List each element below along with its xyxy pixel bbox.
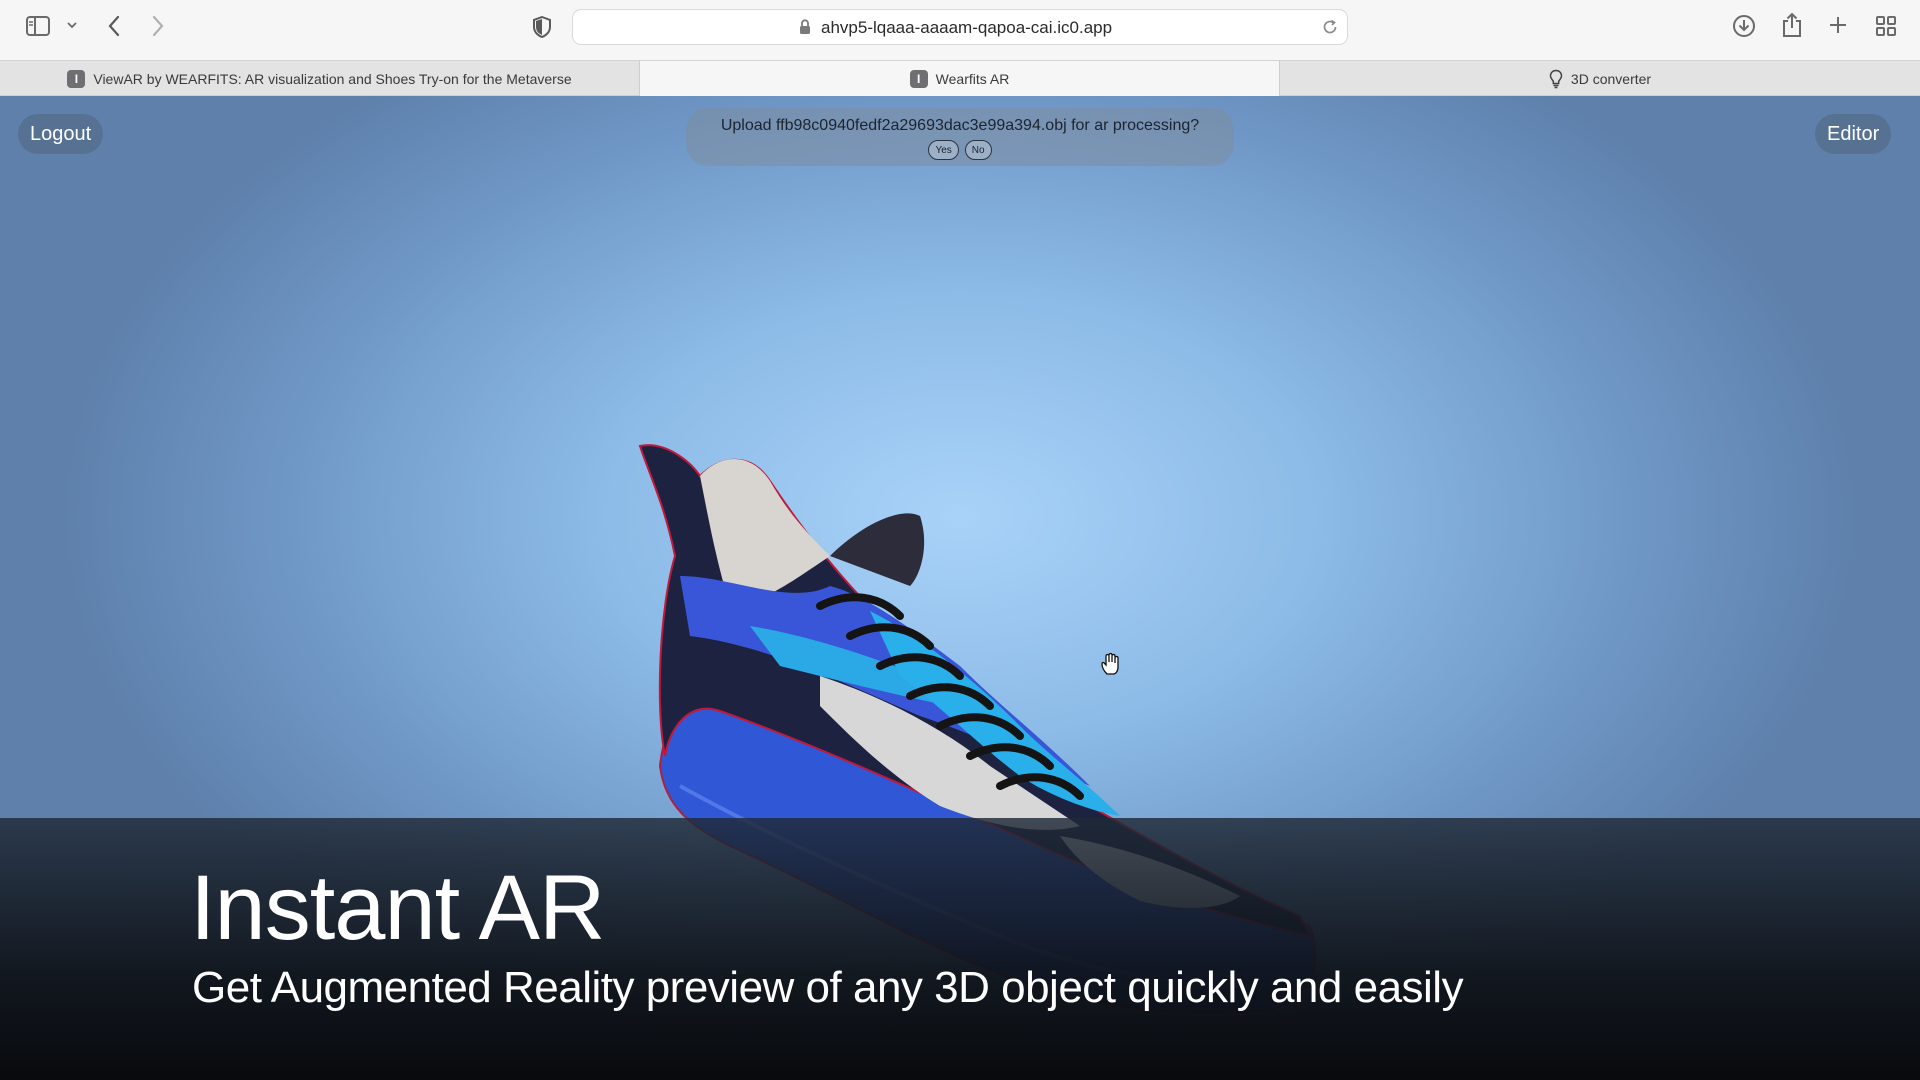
tab-title: Wearfits AR	[935, 70, 1010, 87]
yes-button[interactable]: Yes	[928, 140, 959, 160]
sidebar-icon[interactable]	[26, 16, 50, 36]
url-text: ahvp5-lqaaa-aaaam-qapoa-cai.ic0.app	[821, 18, 1113, 37]
plus-icon[interactable]	[1828, 15, 1848, 35]
address-bar[interactable]: ahvp5-lqaaa-aaaam-qapoa-cai.ic0.app	[572, 9, 1348, 45]
browser-toolbar: ahvp5-lqaaa-aaaam-qapoa-cai.ic0.app	[0, 0, 1920, 60]
editor-button[interactable]: Editor	[1815, 114, 1892, 154]
ar-viewer-page[interactable]: Logout Editor Upload ffb98c0940fedf2a296…	[0, 96, 1920, 1080]
tab-grid-icon[interactable]	[1875, 15, 1897, 37]
hand-cursor-icon	[1100, 652, 1122, 681]
chevron-down-icon[interactable]	[66, 20, 78, 30]
tab-viewar[interactable]: I ViewAR by WEARFITS: AR visualization a…	[0, 61, 640, 96]
hero-subtitle: Get Augmented Reality preview of any 3D …	[192, 963, 1464, 1012]
lightbulb-icon	[1549, 69, 1563, 89]
upload-prompt: Upload ffb98c0940fedf2a29693dac3e99a394.…	[686, 108, 1234, 166]
upload-prompt-message: Upload ffb98c0940fedf2a29693dac3e99a394.…	[720, 117, 1200, 134]
forward-icon[interactable]	[150, 14, 166, 38]
share-icon[interactable]	[1781, 12, 1803, 38]
tab-wearfits-ar[interactable]: I Wearfits AR	[640, 61, 1280, 96]
hero-title: Instant AR	[190, 857, 605, 959]
tab-title: 3D converter	[1570, 70, 1652, 87]
tab-3d-converter[interactable]: 3D converter	[1280, 61, 1920, 96]
download-icon[interactable]	[1732, 14, 1756, 38]
no-button[interactable]: No	[964, 140, 992, 160]
tab-favicon: I	[909, 69, 928, 88]
tab-bar: I ViewAR by WEARFITS: AR visualization a…	[0, 60, 1920, 96]
tab-title: ViewAR by WEARFITS: AR visualization and…	[93, 70, 572, 87]
back-icon[interactable]	[106, 14, 122, 38]
tab-favicon: I	[67, 69, 86, 88]
reload-icon[interactable]	[1321, 18, 1339, 41]
logout-button[interactable]: Logout	[18, 114, 104, 154]
lock-icon	[799, 19, 811, 40]
shield-icon[interactable]	[532, 16, 552, 38]
